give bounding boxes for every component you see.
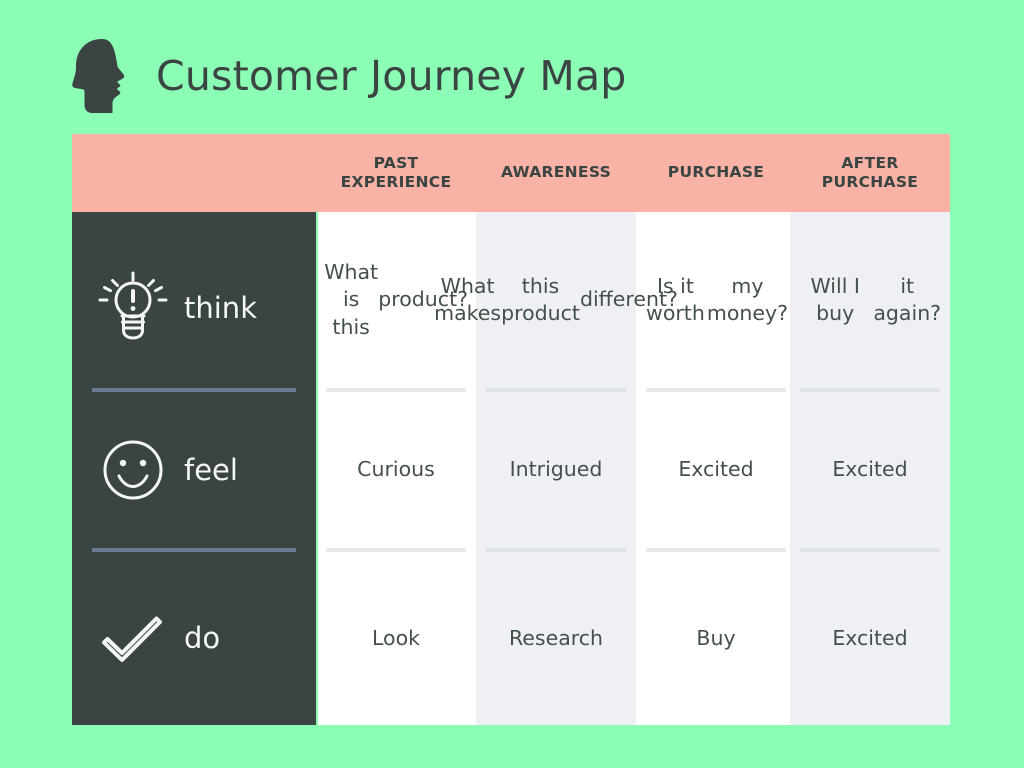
sidebar-row-feel[interactable]: feel <box>72 392 316 548</box>
cell-do-past-experience[interactable]: Look <box>316 552 476 725</box>
stage-header-after-purchase: AFTER PURCHASE <box>790 134 950 212</box>
head-silhouette-icon <box>72 39 125 113</box>
lightbulb-idea-icon <box>98 271 168 340</box>
stage-label-line-1: AFTER <box>841 153 899 172</box>
cell-do-awareness[interactable]: Research <box>476 552 636 725</box>
sidebar-row-do[interactable]: do <box>72 552 316 725</box>
stage-header-purchase: PURCHASE <box>636 134 796 212</box>
cell-feel-awareness[interactable]: Intrigued <box>476 392 636 548</box>
smiley-face-icon <box>103 440 163 500</box>
stage-label-line-1: AWARENESS <box>500 163 612 182</box>
stage-label-line-2: PURCHASE <box>821 173 919 191</box>
cell-do-purchase[interactable]: Buy <box>636 552 796 725</box>
checkmark-icon <box>102 616 162 662</box>
row-label-sidebar: think feel do <box>72 212 316 725</box>
sidebar-row-think[interactable]: think <box>72 228 316 388</box>
stage-header-row: PAST EXPERIENCE AWARENESS PURCHASE AFTER… <box>72 134 950 212</box>
stage-label-line-1: PURCHASE <box>667 163 765 182</box>
cell-think-purchase[interactable]: Is it worth my money? <box>636 212 796 388</box>
cell-think-after-purchase[interactable]: Will I buy it again? <box>790 212 950 388</box>
stage-label-line-1: PAST <box>373 153 419 172</box>
journey-map-table: PAST EXPERIENCE AWARENESS PURCHASE AFTER… <box>72 134 950 725</box>
cell-think-awareness[interactable]: What makes this product different? <box>434 212 678 388</box>
sidebar-label-do: do <box>184 621 221 655</box>
cell-feel-past-experience[interactable]: Curious <box>316 392 476 548</box>
cell-feel-after-purchase[interactable]: Excited <box>790 392 950 548</box>
page-header: Customer Journey Map <box>72 30 772 122</box>
cell-feel-purchase[interactable]: Excited <box>636 392 796 548</box>
stage-header-awareness: AWARENESS <box>476 134 636 212</box>
page-title: Customer Journey Map <box>156 51 627 100</box>
stage-label-line-2: EXPERIENCE <box>340 173 452 191</box>
sidebar-label-feel: feel <box>184 452 238 487</box>
cell-do-after-purchase[interactable]: Excited <box>790 552 950 725</box>
stage-header-past-experience: PAST EXPERIENCE <box>316 134 476 212</box>
sidebar-label-think: think <box>184 290 257 325</box>
